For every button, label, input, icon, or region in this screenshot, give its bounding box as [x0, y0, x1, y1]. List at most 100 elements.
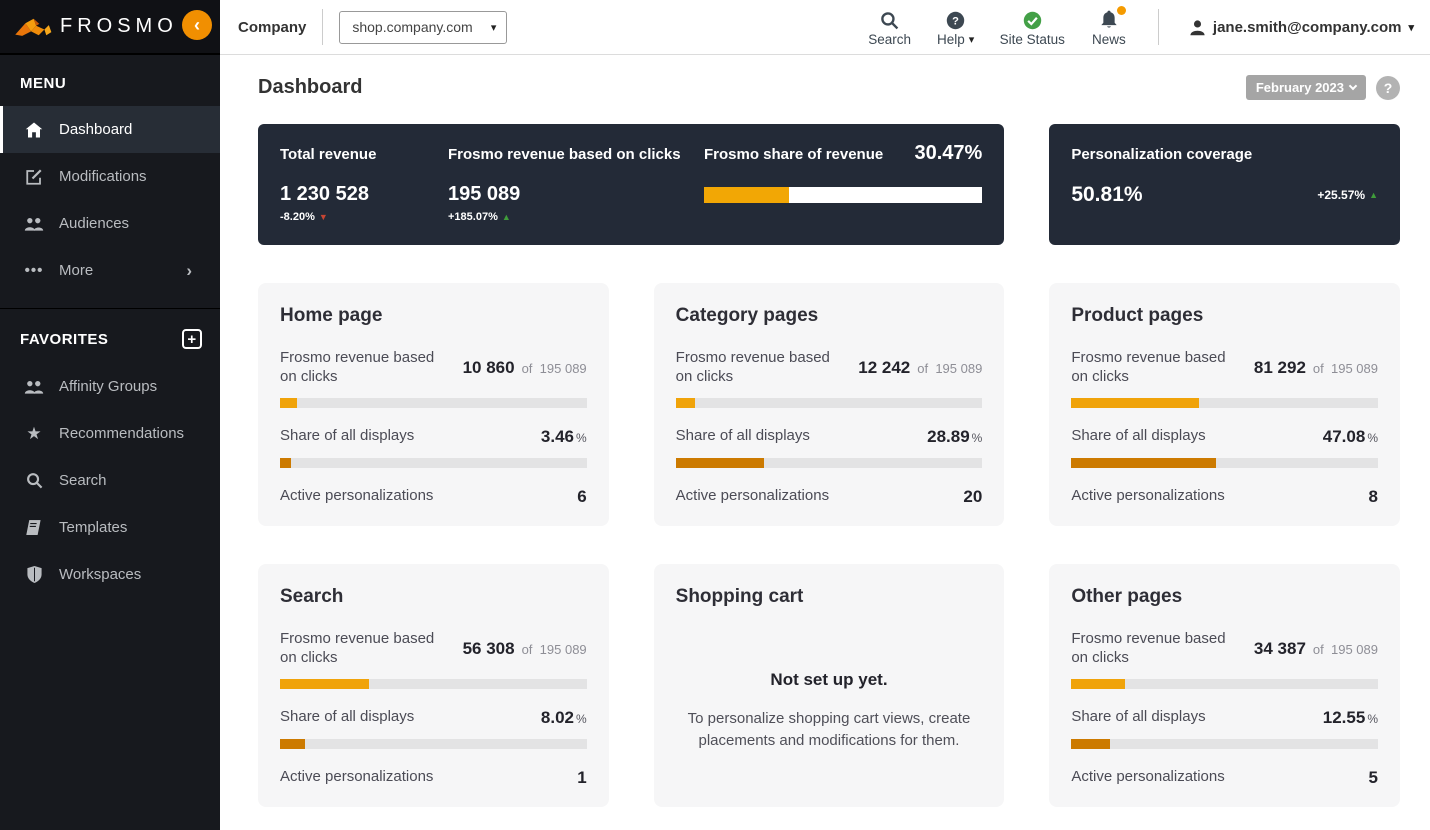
page-type-card-home: Home page Frosmo revenue based on clicks…	[258, 283, 609, 526]
divider	[322, 9, 324, 45]
card-title: Other pages	[1071, 586, 1183, 607]
shield-icon	[24, 566, 44, 583]
share-of-revenue-value: 30.47%	[914, 142, 983, 164]
sidebar-item-modifications[interactable]: Modifications	[0, 153, 220, 200]
share-metric-label: Share of all displays	[675, 427, 810, 445]
news-badge-dot	[1116, 5, 1126, 15]
fox-logo-icon	[14, 15, 52, 39]
sidebar-item-search[interactable]: Search	[0, 457, 220, 504]
sidebar-item-affinity-groups[interactable]: Affinity Groups	[0, 363, 220, 410]
topbar-news-button[interactable]: News	[1087, 5, 1131, 47]
sidebar-item-audiences[interactable]: Audiences	[0, 200, 220, 247]
revenue-value: 12 242	[858, 357, 911, 377]
card-title: Shopping cart	[675, 586, 804, 607]
revenue-bar	[1071, 678, 1378, 689]
share-bar	[1071, 738, 1378, 749]
share-value: 3.46	[540, 426, 574, 446]
revenue-total: 195 089	[1330, 641, 1378, 657]
revenue-bar	[280, 397, 587, 408]
chevron-down-icon	[1348, 81, 1358, 91]
card-title: Search	[280, 586, 344, 607]
share-metric-label: Share of all displays	[1071, 708, 1206, 726]
card-title: Product pages	[1071, 305, 1204, 326]
active-value: 6	[577, 486, 587, 506]
trend-up-icon: ▲	[1369, 190, 1378, 200]
caret-down-icon: ▾	[490, 21, 497, 34]
sidebar-item-dashboard[interactable]: Dashboard	[0, 106, 220, 153]
revenue-metric-label: Frosmo revenue based on clicks	[1071, 349, 1226, 385]
share-bar-fill	[280, 457, 291, 468]
share-metric-label: Share of all displays	[280, 427, 415, 445]
topbar-site-status[interactable]: Site Status	[1000, 8, 1065, 47]
star-icon: ★	[26, 423, 42, 443]
total-revenue-label: Total revenue	[280, 146, 377, 163]
revenue-value: 10 860	[462, 357, 515, 377]
empty-state-title: Not set up yet.	[770, 670, 888, 689]
active-metric-label: Active personalizations	[280, 768, 434, 786]
favorites-header-label: FAVORITES	[20, 330, 109, 348]
share-of-revenue-bar	[704, 187, 983, 203]
site-selector-dropdown[interactable]: shop.company.com ▾	[339, 10, 508, 44]
nav-label: Search	[868, 31, 911, 47]
sidebar-item-label: Search	[59, 472, 107, 489]
logo-bar: FROSMO ‹	[0, 0, 220, 55]
sidebar-item-label: Workspaces	[59, 566, 142, 583]
revenue-total: 195 089	[1330, 360, 1378, 376]
sidebar-item-templates[interactable]: Templates	[0, 504, 220, 551]
total-revenue-value: 1 230 528	[280, 183, 369, 205]
share-of-revenue-label: Frosmo share of revenue	[704, 146, 884, 163]
share-value: 47.08	[1322, 426, 1366, 446]
bell-icon	[1099, 5, 1126, 30]
trend-up-icon: ▲	[501, 212, 511, 222]
share-bar-fill	[1071, 457, 1216, 468]
share-bar-fill	[1071, 738, 1110, 749]
active-value: 5	[1368, 767, 1378, 787]
page-type-card-category: Category pages Frosmo revenue based on c…	[653, 283, 1005, 526]
help-icon: ?	[946, 8, 965, 30]
sidebar-item-label: Modifications	[59, 168, 147, 185]
add-favorite-button[interactable]: +	[182, 329, 202, 349]
main-content: Dashboard February 2023 ? Total revenue …	[220, 55, 1430, 830]
revenue-total: 195 089	[539, 360, 587, 376]
favorites-section-header: FAVORITES +	[0, 309, 220, 363]
page-type-card-search: Search Frosmo revenue based on clicks 56…	[258, 564, 609, 807]
menu-header-label: MENU	[20, 75, 67, 92]
share-bar	[280, 738, 587, 749]
book-icon	[24, 519, 44, 536]
personalization-coverage-card: Personalization coverage 50.81% +25.57% …	[1049, 124, 1400, 245]
frosmo-revenue-value: 195 089	[448, 183, 521, 205]
nav-label: News	[1092, 31, 1126, 47]
brand-name: FROSMO	[60, 15, 178, 37]
ellipsis-icon: •••	[24, 262, 44, 279]
users-icon	[24, 215, 44, 233]
period-selector-button[interactable]: February 2023	[1245, 75, 1366, 100]
home-icon	[24, 121, 44, 139]
coverage-label: Personalization coverage	[1071, 146, 1253, 163]
revenue-bar	[280, 678, 587, 689]
share-bar-fill	[280, 738, 305, 749]
sidebar-item-more[interactable]: ••• More ›	[0, 247, 220, 294]
sidebar-item-label: Audiences	[59, 215, 130, 232]
user-menu[interactable]: jane.smith@company.com ▾	[1189, 19, 1414, 36]
dashboard-help-button[interactable]: ?	[1376, 75, 1400, 100]
topbar: Company shop.company.com ▾ Search ? Help…	[220, 0, 1430, 55]
company-label: Company	[238, 18, 307, 36]
page-type-card-product: Product pages Frosmo revenue based on cl…	[1049, 283, 1400, 526]
share-metric-label: Share of all displays	[280, 708, 415, 726]
trend-down-icon: ▼	[318, 212, 328, 222]
total-revenue-block: Total revenue 1 230 528 -8.20% ▼	[280, 146, 448, 223]
sidebar-item-workspaces[interactable]: Workspaces	[0, 551, 220, 598]
search-icon	[24, 472, 44, 489]
chevron-right-icon: ›	[186, 260, 192, 280]
check-circle-icon	[1023, 8, 1042, 30]
revenue-bar-fill	[280, 678, 369, 689]
frosmo-revenue-change: +185.07%	[448, 211, 498, 223]
sidebar-item-recommendations[interactable]: ★ Recommendations	[0, 410, 220, 457]
revenue-bar-fill	[280, 397, 298, 408]
sidebar-collapse-button[interactable]: ‹	[182, 10, 212, 40]
menu-section-header: MENU	[0, 55, 220, 106]
topbar-search-button[interactable]: Search	[868, 8, 912, 47]
active-value: 1	[577, 767, 587, 787]
topbar-help-menu[interactable]: ? Help ▾	[934, 8, 978, 47]
coverage-change: +25.57%	[1317, 188, 1366, 202]
